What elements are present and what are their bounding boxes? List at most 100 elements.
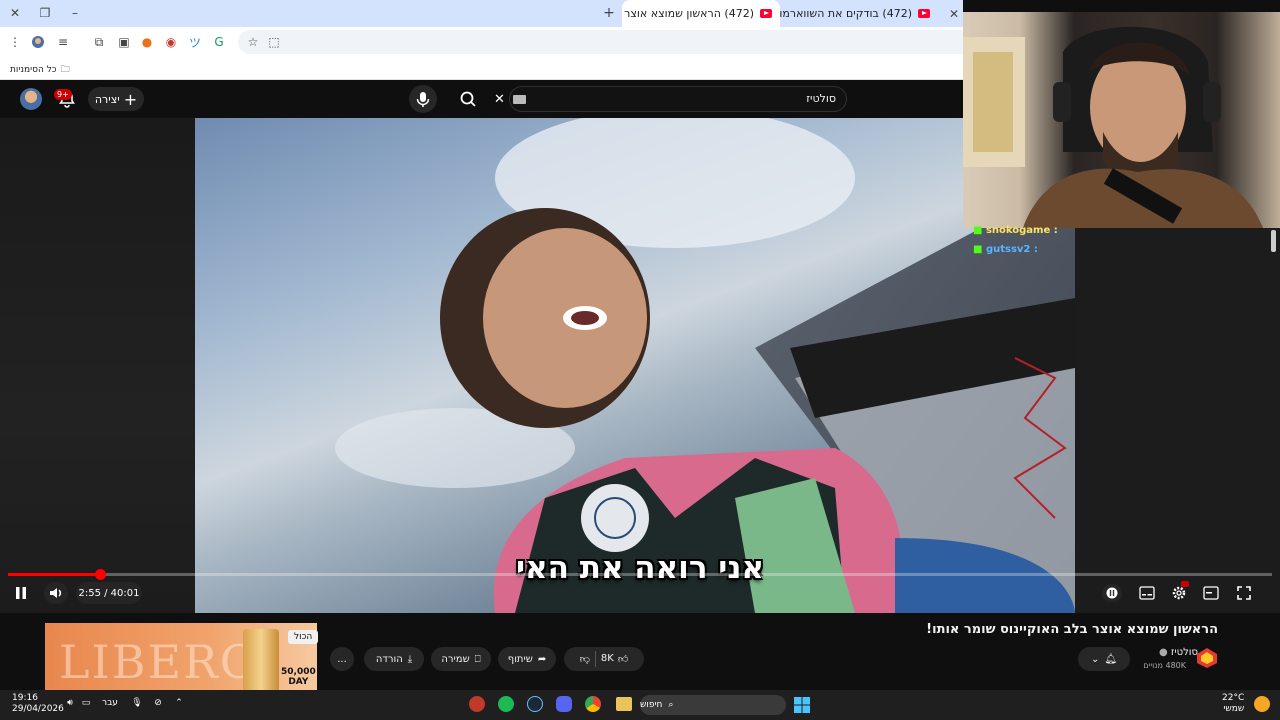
steam-icon[interactable] [527,696,543,712]
search-icon: ⌕ [668,700,674,710]
microphone-icon [416,92,430,107]
wifi-off-tray-icon[interactable]: ⊘ [152,698,164,708]
ad-brand-text: LIBERO [59,635,260,689]
ad-banner[interactable]: LIBERO 50,000 DAY [45,623,317,699]
windows-start-icon[interactable] [794,697,810,713]
thumbs-up-icon: 👍︎ [617,654,629,665]
save-button[interactable]: ⎕ שמירה [431,647,491,671]
voice-search-button[interactable] [409,85,437,113]
file-explorer-icon[interactable] [616,697,632,711]
video-info-section: הראשון שמוצא אוצר בלב האוקיינוס שומר אות… [0,613,1280,699]
like-button[interactable]: 👍︎ 8K [601,653,628,665]
menu-icon[interactable]: ⋮ [8,35,22,49]
subtitles-button[interactable] [1138,584,1156,602]
folder-icon: 🗀 [60,65,70,75]
network-tray-icon[interactable]: ▭ [80,698,92,708]
share-label: שיתוף [507,653,533,665]
youtube-header: 9+ יצירה + ✕ סולטיז [0,80,963,118]
tab-shawarma-video[interactable]: (472) בודקים את השווארמות ה ✕ [780,0,938,27]
extension-icon[interactable]: ◉ [164,35,178,49]
subscriber-count: 480K מנויים [1143,661,1186,670]
chat-username: gutssv2 [985,244,1031,255]
dislike-button[interactable]: 👎︎ [580,653,590,665]
volume-button[interactable] [44,582,68,604]
like-dislike-group: 👍︎ 8K 👎︎ [564,647,644,671]
ad-day-badge: 50,000 DAY [281,667,316,687]
pause-icon [16,587,26,599]
extension-cast-icon[interactable]: ▣ [117,35,131,49]
search-button[interactable] [450,86,488,112]
verified-icon: ● [1158,647,1168,658]
all-bookmarks-label: כל הסימניות [10,65,57,75]
video-subtitle: אני רואה את האי [515,550,765,586]
volume-tray-icon[interactable]: 🔊︎ [64,698,76,708]
download-button[interactable]: ⤓ הורדה [364,647,424,671]
weather-condition: שמשי [1223,704,1245,714]
kick-badge-icon: ■ [973,225,983,236]
microphone-tray-icon[interactable]: 🎙︎ [131,698,142,708]
clock[interactable]: 19:16 29/04/2026 [12,693,64,715]
miniplayer-button[interactable] [1202,584,1220,602]
video-frame[interactable] [195,118,1075,613]
more-actions-button[interactable]: ... [330,647,354,671]
search-query: סולטיז [806,92,836,105]
settings-button[interactable] [1170,581,1189,602]
address-bar[interactable]: ☆ ⬚ [238,30,963,54]
new-tab-button[interactable]: + [602,5,616,21]
search-icon [460,91,476,107]
extension-translate-icon[interactable]: ツ [188,35,202,50]
close-tab-icon[interactable]: ✕ [949,7,959,21]
fullscreen-button[interactable] [1235,584,1253,602]
bookmark-icon: ⎕ [474,653,481,665]
share-button[interactable]: ➦ שיתוף [498,647,556,671]
close-window-icon[interactable]: ✕ [8,6,22,20]
chat-username: snokogame [985,225,1051,236]
channel-name[interactable]: סולטיז ● [1159,647,1198,658]
webcam-overlay [963,12,1280,228]
chat-message: ■ gutssv2 : [973,244,1038,255]
chrome-icon[interactable] [585,696,601,712]
discord-icon[interactable] [556,696,572,712]
subscribed-button[interactable]: 🔔︎ ⌄ [1078,647,1130,671]
chevron-up-icon[interactable]: ⌃ [174,698,184,708]
video-title: הראשון שמוצא אוצר בלב האוקיינוס שומר אות… [926,622,1218,637]
volume-icon [50,588,62,598]
restore-window-icon[interactable]: ❐ [38,6,52,20]
perfume-bottle-image [243,629,279,693]
extension-icon[interactable]: ● [140,35,154,49]
all-bookmarks-button[interactable]: 🗀 כל הסימניות [10,62,70,78]
tab-video-active[interactable]: (472) הראשון שמוצא אוצר ב ◀) ✕ [622,0,780,27]
stream-chat-overlay: ■ snokogame : ■ gutssv2 : [963,225,1075,268]
extension-grammarly-icon[interactable]: G [212,35,226,49]
weather-widget[interactable]: 22°C שמשי [1222,693,1244,715]
taskbar-search-label: חיפוש [640,700,663,710]
app-icon[interactable] [469,696,485,712]
clock-date: 29/04/2026 [12,704,64,714]
profile-extension-icon[interactable] [31,35,45,49]
pause-button[interactable] [12,584,30,602]
youtube-favicon-icon [918,9,930,18]
progress-bar[interactable] [8,569,1272,580]
avatar[interactable] [20,88,42,110]
search-input[interactable]: ✕ סולטיז [494,86,847,112]
bell-icon: 🔔︎ [1104,653,1118,665]
keyboard-icon[interactable] [513,95,526,104]
autoplay-toggle[interactable] [1102,584,1122,602]
fullscreen-icon [1237,586,1251,600]
clear-search-icon[interactable]: ✕ [494,92,505,107]
channel-avatar[interactable] [1196,647,1218,669]
spotify-icon[interactable] [498,696,514,712]
cast-icon[interactable]: ⬚ [267,35,281,49]
minimize-window-icon[interactable]: – [68,6,82,20]
create-button[interactable]: יצירה + [88,87,144,111]
bookmark-star-icon[interactable]: ☆ [246,35,260,49]
chat-scrollbar[interactable] [1271,230,1276,252]
browser-tabstrip: ✕ ❐ – + (472) הראשון שמוצא אוצר ב ◀) ✕ (… [0,0,963,27]
tab-search[interactable]: ✕ [940,0,963,27]
extensions-icon[interactable]: ⧉ [92,35,106,49]
taskbar-search[interactable]: ⌕ חיפוש [640,695,786,715]
language-indicator[interactable]: עבר [102,698,118,708]
chevron-down-icon: ⌄ [1090,653,1100,665]
chat-separator: : [1053,225,1058,236]
media-controls-icon[interactable]: ≡ [56,35,70,49]
